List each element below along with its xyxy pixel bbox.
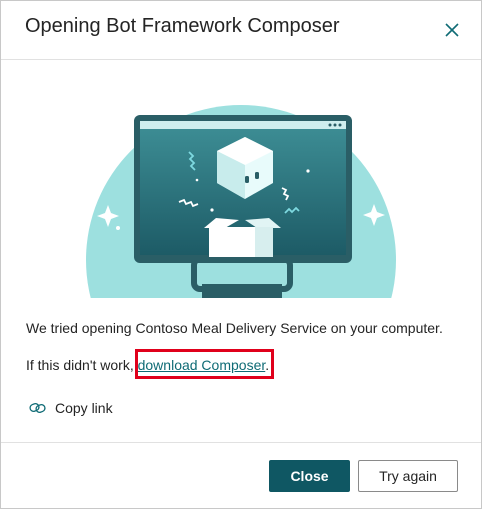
- close-button[interactable]: Close: [269, 460, 350, 492]
- dialog-title: Opening Bot Framework Composer: [25, 15, 340, 37]
- try-again-button[interactable]: Try again: [358, 460, 458, 492]
- highlight-box: [135, 349, 274, 379]
- dialog-header: Opening Bot Framework Composer: [1, 1, 481, 59]
- dialog: Opening Bot Framework Composer We tried …: [0, 0, 482, 509]
- copy-link-button[interactable]: Copy link: [29, 398, 113, 418]
- link-icon: [29, 401, 47, 415]
- close-icon[interactable]: [441, 19, 463, 41]
- copy-link-label: Copy link: [55, 400, 113, 416]
- fallback-prefix: If this didn't work,: [26, 357, 138, 373]
- composer-illustration: [1, 60, 481, 300]
- footer-divider: [1, 442, 481, 443]
- dialog-message: We tried opening Contoso Meal Delivery S…: [26, 320, 443, 336]
